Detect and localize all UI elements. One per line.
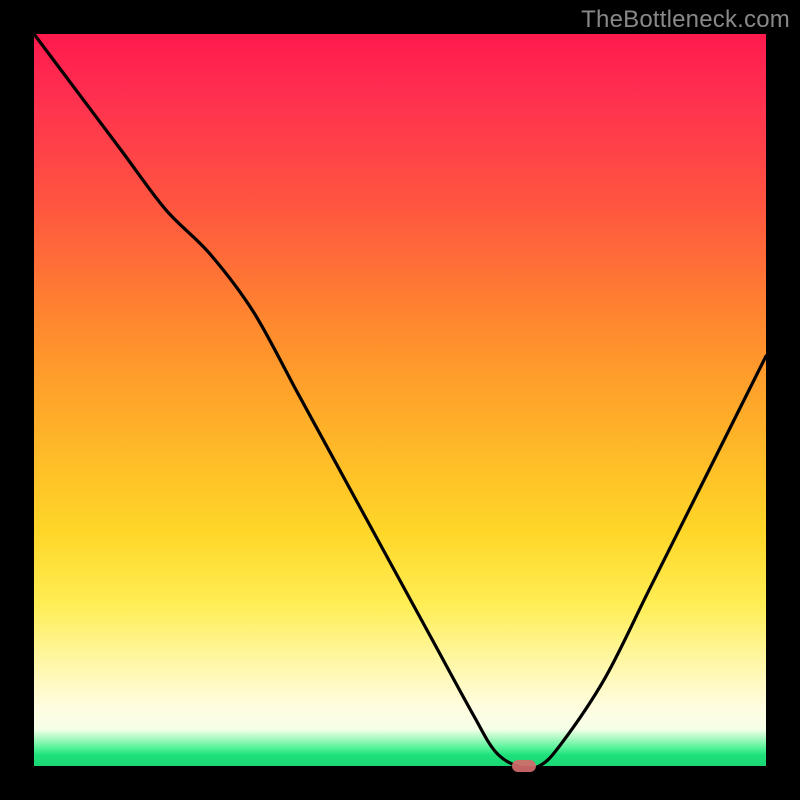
bottleneck-curve bbox=[34, 34, 766, 766]
plot-area bbox=[34, 34, 766, 766]
chart-stage: TheBottleneck.com bbox=[0, 0, 800, 800]
watermark-label: TheBottleneck.com bbox=[581, 6, 790, 34]
minimum-marker-icon bbox=[512, 760, 536, 772]
